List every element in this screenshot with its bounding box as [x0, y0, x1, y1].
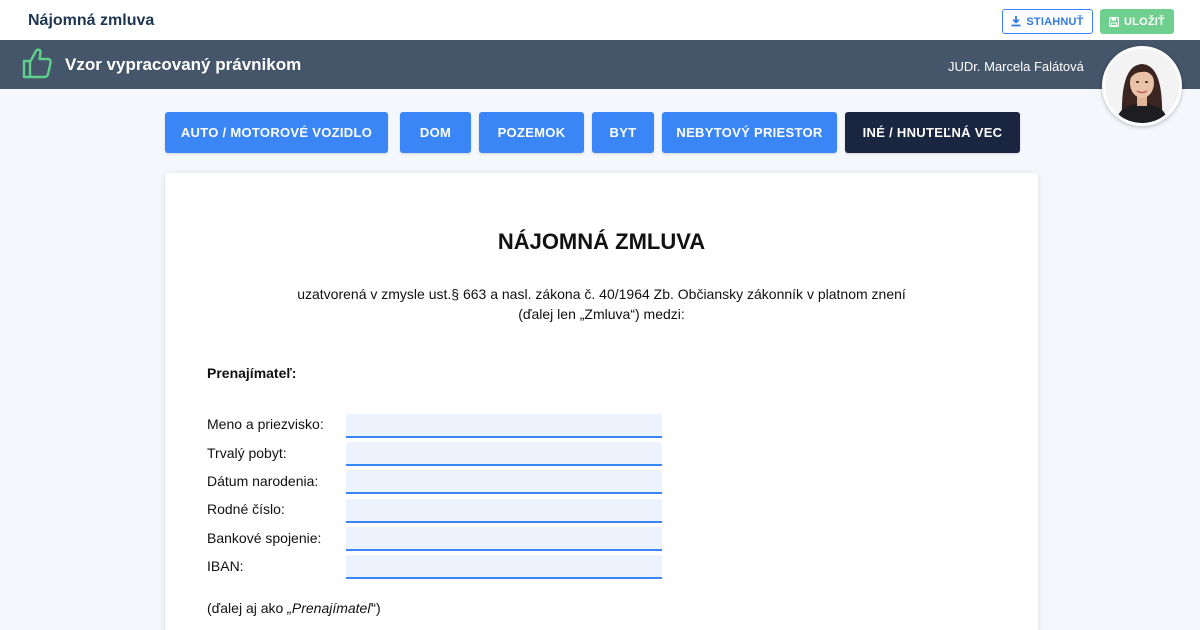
- subtitle-line-2: (ďalej len „Zmluva“) medzi:: [518, 306, 685, 322]
- contract-document: NÁJOMNÁ ZMLUVA uzatvorená v zmysle ust.§…: [165, 173, 1038, 630]
- tab-dom[interactable]: DOM: [400, 112, 471, 153]
- banner-text: Vzor vypracovaný právnikom: [65, 55, 302, 74]
- iban-field[interactable]: [346, 555, 662, 579]
- address-field[interactable]: [346, 442, 662, 466]
- document-subtitle: uzatvorená v zmysle ust.§ 663 a nasl. zá…: [165, 284, 1038, 324]
- lawyer-name: JUDr. Marcela Falátová: [948, 59, 1084, 74]
- bank-field[interactable]: [346, 527, 662, 551]
- app-title: Nájomná zmluva: [28, 12, 155, 29]
- tab-label: DOM: [419, 125, 452, 140]
- tab-label: NEBYTOVÝ PRIESTOR: [676, 125, 823, 140]
- download-button[interactable]: STIAHNUŤ: [1002, 9, 1093, 34]
- save-button-label: ULOŽIŤ: [1124, 15, 1165, 28]
- landlord-alias-note: (ďalej aj ako „Prenajímateľ“): [207, 600, 381, 616]
- top-bar: Nájomná zmluva STIAHNUŤ ULOŽIŤ: [0, 0, 1200, 40]
- footer-suffix: “): [371, 600, 381, 616]
- avatar-portrait: [1105, 49, 1179, 123]
- lawyer-avatar: [1102, 46, 1182, 126]
- field-label-bank: Bankové spojenie:: [207, 530, 322, 546]
- field-label-name: Meno a priezvisko:: [207, 416, 324, 432]
- thumbs-up-icon: [22, 48, 52, 79]
- tab-byt[interactable]: BYT: [592, 112, 654, 153]
- footer-italic: „Prenajímateľ: [287, 600, 372, 616]
- field-label-birth-date: Dátum narodenia:: [207, 473, 319, 489]
- field-label-birth-number: Rodné číslo:: [207, 501, 285, 517]
- tab-label: AUTO / MOTOROVÉ VOZIDLO: [180, 125, 373, 140]
- tab-label: INÉ / HNUTEĽNÁ VEC: [862, 125, 1003, 140]
- floppy-disk-icon: [1109, 16, 1120, 27]
- field-label-iban: IBAN:: [207, 558, 244, 574]
- lawyer-banner: Vzor vypracovaný právnikom JUDr. Marcela…: [0, 40, 1200, 89]
- download-button-label: STIAHNUŤ: [1026, 15, 1084, 28]
- tab-nebytovy-priestor[interactable]: NEBYTOVÝ PRIESTOR: [662, 112, 837, 153]
- download-icon: [1011, 16, 1021, 27]
- birth-date-field[interactable]: [346, 470, 662, 494]
- field-label-address: Trvalý pobyt:: [207, 445, 287, 461]
- save-button[interactable]: ULOŽIŤ: [1100, 9, 1174, 34]
- tab-ine-hnutelna-vec[interactable]: INÉ / HNUTEĽNÁ VEC: [845, 112, 1020, 153]
- subtitle-line-1: uzatvorená v zmysle ust.§ 663 a nasl. zá…: [297, 286, 906, 302]
- tab-pozemok[interactable]: POZEMOK: [479, 112, 584, 153]
- tab-label: POZEMOK: [497, 125, 566, 140]
- document-title: NÁJOMNÁ ZMLUVA: [497, 229, 706, 254]
- section-label-landlord: Prenajímateľ:: [207, 365, 297, 381]
- name-field[interactable]: [346, 414, 662, 438]
- birth-number-field[interactable]: [346, 499, 662, 523]
- tab-auto[interactable]: AUTO / MOTOROVÉ VOZIDLO: [165, 112, 388, 153]
- tab-label: BYT: [609, 125, 637, 140]
- footer-prefix: (ďalej aj ako: [207, 600, 288, 616]
